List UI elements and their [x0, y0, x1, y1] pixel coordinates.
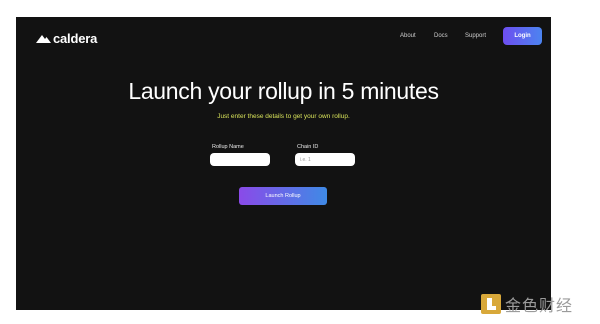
page-subtitle: Just enter these details to get your own… [217, 113, 350, 120]
brand-name: caldera [53, 31, 98, 46]
watermark: 金色财经 [481, 292, 573, 316]
rollup-name-input[interactable] [210, 153, 270, 166]
rollup-name-label: Rollup Name [212, 144, 244, 150]
app-window: caldera About Docs Support Login Launch … [16, 17, 551, 310]
brand-logo[interactable]: caldera [36, 31, 97, 46]
chain-id-input[interactable] [295, 153, 355, 166]
nav-link-about[interactable]: About [400, 33, 416, 39]
launch-rollup-button[interactable]: Launch Rollup [239, 187, 327, 205]
caldera-mountain-icon [36, 35, 51, 43]
chain-id-label: Chain ID [297, 144, 319, 150]
watermark-text: 金色财经 [505, 296, 574, 315]
nav-link-support[interactable]: Support [465, 33, 486, 39]
login-button[interactable]: Login [503, 27, 542, 45]
nav-link-docs[interactable]: Docs [434, 33, 448, 39]
page-title: Launch your rollup in 5 minutes [128, 78, 439, 104]
jinse-logo-icon [481, 294, 501, 314]
